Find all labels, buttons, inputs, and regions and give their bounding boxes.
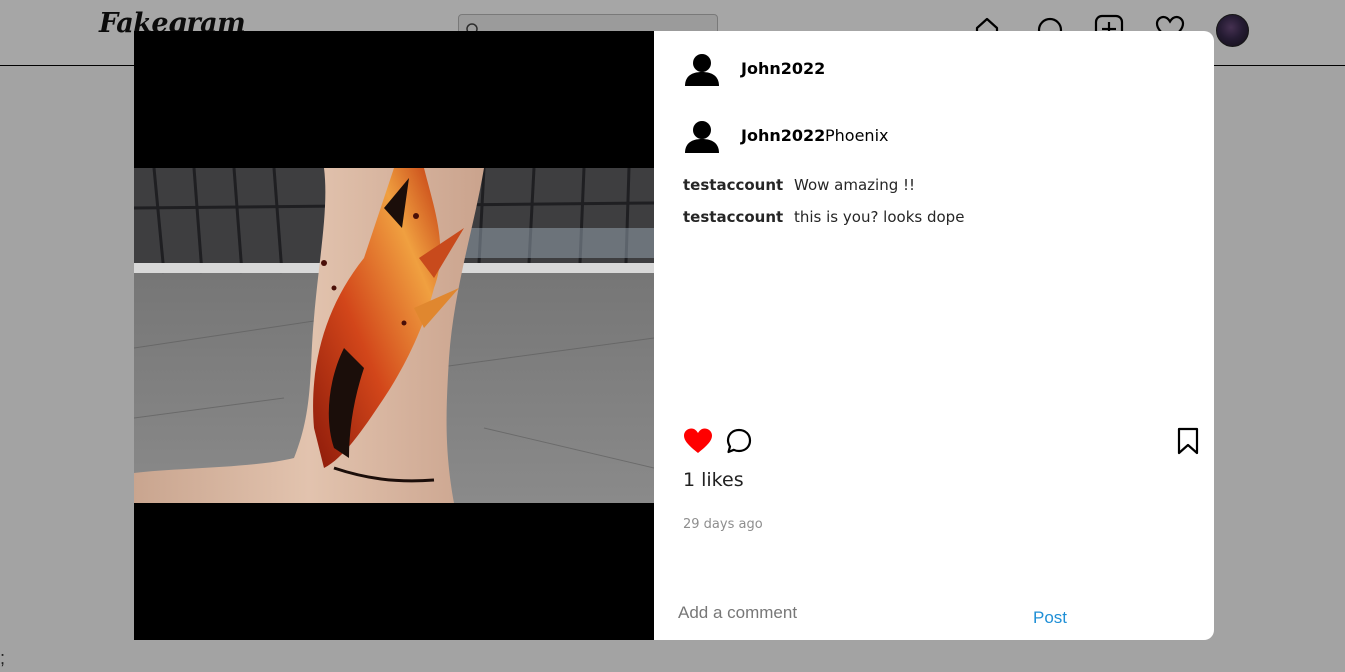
heart-filled-icon xyxy=(684,428,712,453)
post-media-panel xyxy=(134,31,654,640)
comment-user[interactable]: testaccount xyxy=(683,176,783,194)
likes-count[interactable]: 1 likes xyxy=(683,469,744,491)
post-comment-button[interactable]: Post xyxy=(1033,608,1067,628)
comment-text: Wow amazing !! xyxy=(794,176,916,194)
caption-avatar-icon[interactable] xyxy=(683,117,721,155)
like-button[interactable] xyxy=(682,425,714,457)
comment-user[interactable]: testaccount xyxy=(683,208,783,226)
comment-bubble-icon xyxy=(726,428,752,454)
post-modal: John2022 John2022 Phoenix testaccount Wo… xyxy=(134,31,1214,640)
post-author-name[interactable]: John2022 xyxy=(741,59,825,78)
bookmark-icon xyxy=(1177,427,1199,455)
comment-button[interactable] xyxy=(723,425,755,457)
caption-author-name[interactable]: John2022 xyxy=(741,126,825,145)
post-details-panel: John2022 John2022 Phoenix testaccount Wo… xyxy=(654,31,1214,640)
comment-text: this is you? looks dope xyxy=(794,208,965,226)
post-image xyxy=(134,168,654,503)
post-timestamp: 29 days ago xyxy=(683,517,763,532)
post-caption: Phoenix xyxy=(825,126,889,145)
author-avatar-icon[interactable] xyxy=(683,50,721,88)
save-button[interactable] xyxy=(1172,425,1204,457)
